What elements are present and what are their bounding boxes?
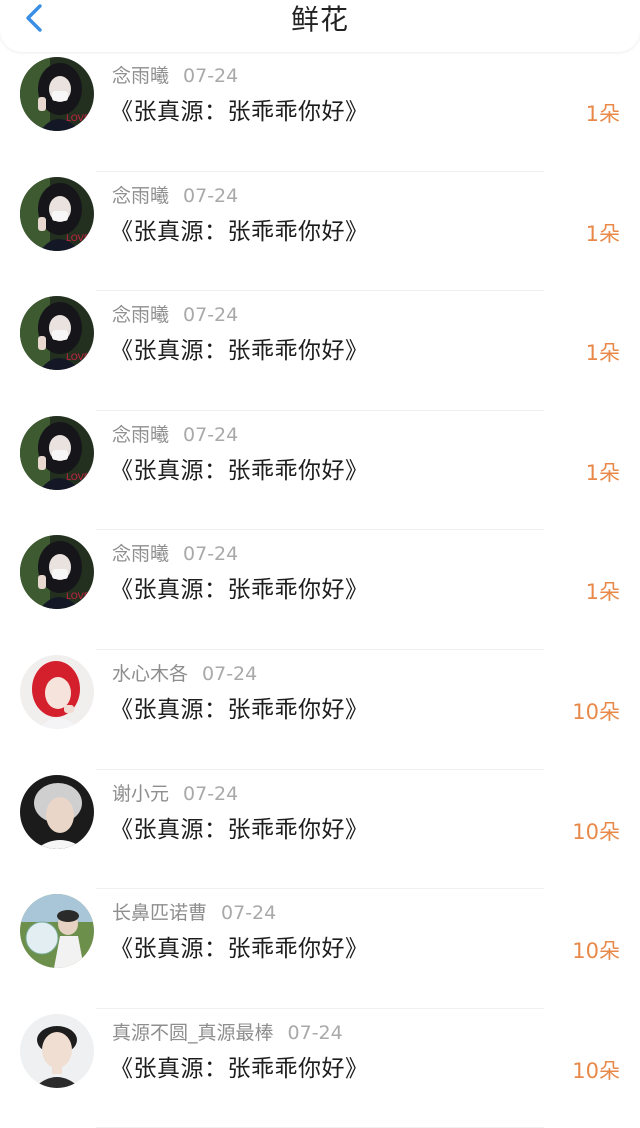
svg-text:LOVE: LOVE [66, 592, 90, 602]
flower-count: 1朵 [585, 221, 620, 246]
avatar[interactable]: LOVE [20, 57, 94, 131]
gift-date: 07-24 [183, 65, 239, 87]
outdoor-fan-avatar [20, 894, 94, 969]
gift-date: 07-24 [183, 304, 239, 327]
sender-meta: 念雨曦 07-24 [112, 61, 238, 88]
list-item[interactable]: LOVE 念雨曦 07-24 《张真源：张乖乖你好》 1朵 [0, 172, 640, 292]
list-item[interactable]: LOVE 念雨曦 07-24 《张真源：张乖乖你好》 1朵 [0, 291, 640, 411]
gift-date: 07-24 [221, 902, 277, 925]
sender-name[interactable]: 念雨曦 [112, 543, 169, 565]
sender-name[interactable]: 真源不圆_真源最棒 [112, 1022, 274, 1044]
list-item[interactable]: LOVE 念雨曦 07-24 《张真源：张乖乖你好》 1朵 [0, 411, 640, 531]
girl-selfie-avatar: LOVE [20, 535, 94, 610]
avatar[interactable] [20, 774, 94, 849]
flower-count: 10朵 [572, 1058, 620, 1083]
flower-count: 10朵 [572, 819, 620, 844]
gift-date: 07-24 [183, 543, 239, 566]
flower-count: 1朵 [585, 341, 620, 366]
avatar[interactable]: LOVE [20, 176, 94, 251]
gift-date: 07-24 [202, 662, 258, 685]
red-hair-avatar [20, 654, 94, 729]
flower-count: 1朵 [585, 580, 620, 605]
sender-meta: 念雨曦 07-24 [112, 539, 238, 566]
svg-text:LOVE: LOVE [66, 473, 90, 483]
avatar[interactable]: LOVE [20, 296, 94, 371]
sender-meta: 水心木各 07-24 [112, 659, 257, 686]
flower-gift-list: LOVE 念雨曦 07-24 《张真源：张乖乖你好》 1朵 LOVE 念雨曦 07-24 《张真… [0, 52, 640, 1128]
book-title[interactable]: 《张真源：张乖乖你好》 [110, 810, 369, 844]
sender-meta: 真源不圆_真源最棒 07-24 [112, 1018, 343, 1045]
avatar[interactable]: LOVE [20, 415, 94, 490]
svg-text:LOVE: LOVE [66, 114, 90, 124]
avatar[interactable] [20, 1013, 94, 1088]
flower-count: 1朵 [585, 102, 620, 126]
book-title[interactable]: 《张真源：张乖乖你好》 [110, 1049, 369, 1083]
flower-count: 10朵 [572, 939, 620, 964]
gift-date: 07-24 [183, 423, 239, 446]
book-title[interactable]: 《张真源：张乖乖你好》 [110, 570, 369, 604]
book-title[interactable]: 《张真源：张乖乖你好》 [110, 929, 369, 963]
sender-name[interactable]: 念雨曦 [112, 65, 169, 87]
page-title: 鲜花 [290, 3, 349, 36]
list-item[interactable]: 谢小元 07-24 《张真源：张乖乖你好》 10朵 [0, 770, 640, 890]
list-item[interactable]: LOVE 念雨曦 07-24 《张真源：张乖乖你好》 1朵 [0, 52, 640, 172]
sender-meta: 念雨曦 07-24 [112, 181, 238, 208]
sender-name[interactable]: 水心木各 [112, 663, 188, 685]
flower-count: 1朵 [585, 460, 620, 485]
list-item[interactable]: 水心木各 07-24 《张真源：张乖乖你好》 10朵 [0, 650, 640, 770]
sender-meta: 念雨曦 07-24 [112, 420, 238, 447]
avatar[interactable] [20, 894, 94, 969]
sender-meta: 念雨曦 07-24 [112, 300, 238, 327]
list-item[interactable]: LOVE 念雨曦 07-24 《张真源：张乖乖你好》 1朵 [0, 530, 640, 650]
avatar[interactable] [20, 654, 94, 729]
book-title[interactable]: 《张真源：张乖乖你好》 [110, 451, 369, 485]
svg-text:LOVE: LOVE [66, 353, 90, 363]
sender-meta: 谢小元 07-24 [112, 779, 238, 806]
sender-name[interactable]: 念雨曦 [112, 304, 169, 326]
list-item[interactable]: 长鼻匹诺曹 07-24 《张真源：张乖乖你好》 10朵 [0, 889, 640, 1009]
flower-count: 10朵 [572, 699, 620, 724]
girl-selfie-avatar: LOVE [20, 296, 94, 371]
girl-selfie-avatar: LOVE [20, 57, 94, 131]
girl-selfie-avatar: LOVE [20, 176, 94, 251]
gift-date: 07-24 [183, 184, 239, 207]
sender-name[interactable]: 念雨曦 [112, 424, 169, 446]
sender-name[interactable]: 念雨曦 [112, 185, 169, 207]
avatar[interactable]: LOVE [20, 535, 94, 610]
book-title[interactable]: 《张真源：张乖乖你好》 [110, 92, 369, 126]
sender-name[interactable]: 谢小元 [112, 783, 169, 805]
sender-meta: 长鼻匹诺曹 07-24 [112, 898, 276, 925]
girl-selfie-avatar: LOVE [20, 415, 94, 490]
book-title[interactable]: 《张真源：张乖乖你好》 [110, 331, 369, 365]
top-nav-bar: 鲜花 [0, 0, 640, 52]
book-title[interactable]: 《张真源：张乖乖你好》 [110, 690, 369, 724]
svg-text:LOVE: LOVE [66, 234, 90, 244]
book-title[interactable]: 《张真源：张乖乖你好》 [110, 212, 369, 246]
silver-hair-avatar [20, 774, 94, 849]
list-item[interactable]: 真源不圆_真源最棒 07-24 《张真源：张乖乖你好》 10朵 [0, 1009, 640, 1128]
boy-portrait-avatar [20, 1013, 94, 1088]
gift-date: 07-24 [287, 1021, 343, 1044]
gift-date: 07-24 [183, 782, 239, 805]
sender-name[interactable]: 长鼻匹诺曹 [112, 902, 207, 924]
